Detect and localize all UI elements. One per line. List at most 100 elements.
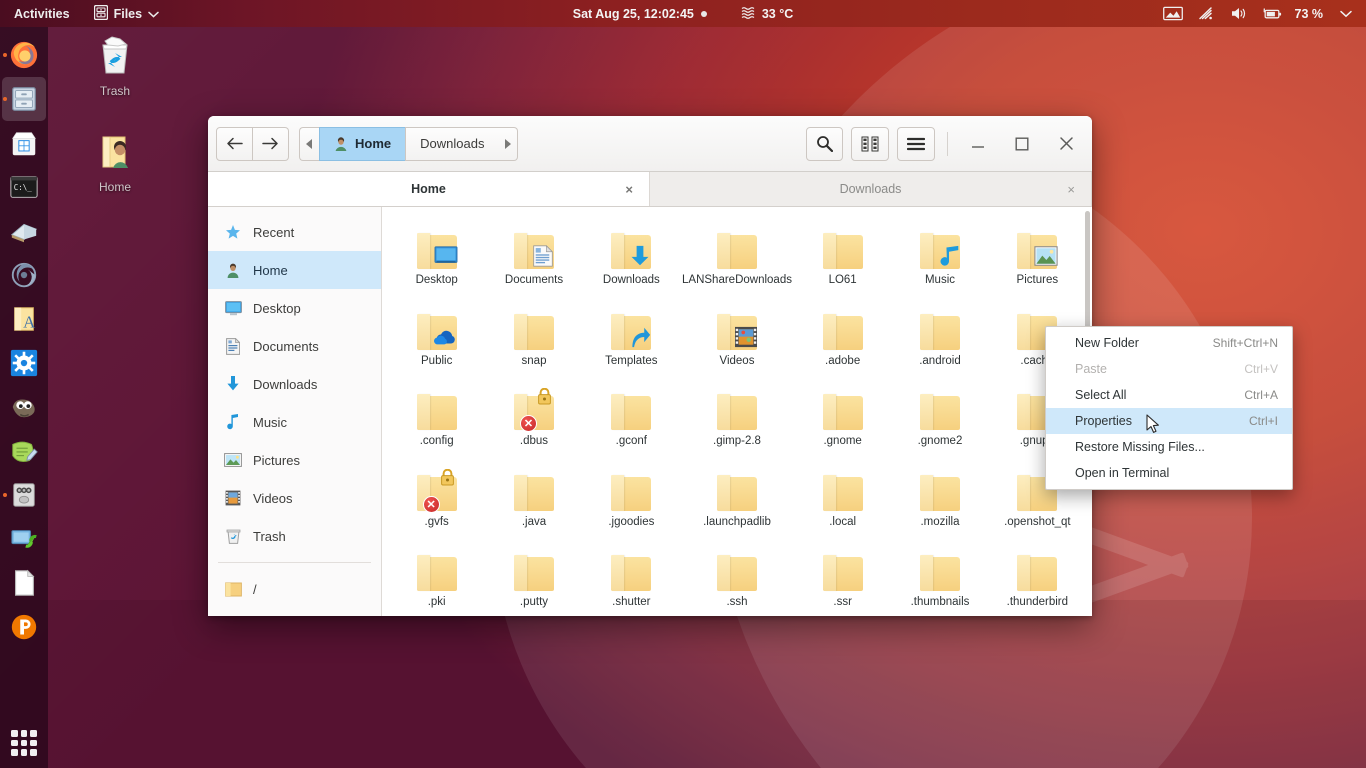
- file-item[interactable]: .thumbnails: [891, 537, 988, 614]
- file-item[interactable]: .mozilla: [891, 457, 988, 534]
- tab-close-icon[interactable]: ×: [1067, 182, 1075, 197]
- sidebar-item-music[interactable]: Music: [208, 403, 381, 441]
- file-item[interactable]: LO61: [794, 215, 891, 292]
- dock-item-files[interactable]: [2, 77, 46, 121]
- file-item[interactable]: .java: [485, 457, 582, 534]
- file-item-label: .thunderbird: [991, 596, 1084, 610]
- file-item[interactable]: .android: [891, 296, 988, 373]
- vertical-scrollbar[interactable]: [1085, 211, 1090, 331]
- search-button[interactable]: [806, 127, 843, 161]
- back-button[interactable]: [216, 127, 253, 161]
- sidebar-item-desktop[interactable]: Desktop: [208, 289, 381, 327]
- sidebar-item-videos[interactable]: Videos: [208, 479, 381, 517]
- forward-button[interactable]: [253, 127, 289, 161]
- minimize-button[interactable]: [960, 129, 996, 159]
- app-menu-button[interactable]: Files: [84, 0, 170, 27]
- desktop-icon-home[interactable]: Home: [70, 128, 160, 194]
- activities-button[interactable]: Activities: [0, 0, 84, 27]
- file-item[interactable]: .jgoodies: [583, 457, 680, 534]
- file-item[interactable]: .ssh: [680, 537, 794, 614]
- desktop-icon-trash[interactable]: Trash: [70, 32, 160, 98]
- file-item[interactable]: Documents: [485, 215, 582, 292]
- dock-item-libreoffice[interactable]: [2, 561, 46, 605]
- file-item[interactable]: ✕.dbus: [485, 376, 582, 453]
- dock-item-screen-recorder[interactable]: [2, 517, 46, 561]
- hamburger-menu-button[interactable]: [897, 127, 935, 161]
- sidebar-item-pictures[interactable]: Pictures: [208, 441, 381, 479]
- file-item[interactable]: .putty: [485, 537, 582, 614]
- file-item[interactable]: .adobe: [794, 296, 891, 373]
- sidebar-item-folder-sample[interactable]: Folder Sample: [208, 608, 381, 616]
- file-item[interactable]: .pki: [388, 537, 485, 614]
- menu-item-select-all[interactable]: Select All Ctrl+A: [1046, 382, 1292, 408]
- close-button[interactable]: [1048, 129, 1084, 159]
- file-item[interactable]: Music: [891, 215, 988, 292]
- sidebar-item-trash[interactable]: Trash: [208, 517, 381, 555]
- chevron-down-icon[interactable]: [1336, 6, 1356, 22]
- system-indicators[interactable]: 73 %: [1163, 0, 1366, 27]
- pathbar-scroll-left[interactable]: [299, 127, 319, 161]
- svg-text:C:\_: C:\_: [14, 183, 33, 192]
- file-item[interactable]: Public: [388, 296, 485, 373]
- folder-front: [514, 233, 527, 269]
- breadcrumb-home[interactable]: Home: [319, 127, 405, 161]
- file-item[interactable]: ✕.gvfs: [388, 457, 485, 534]
- sidebar-item-documents[interactable]: Documents: [208, 327, 381, 365]
- file-item-label: .gnome: [796, 435, 889, 449]
- pathbar-scroll-right[interactable]: [498, 127, 518, 161]
- file-item[interactable]: .gconf: [583, 376, 680, 453]
- file-item[interactable]: Videos: [680, 296, 794, 373]
- dock-item-pdf-tool[interactable]: [2, 605, 46, 649]
- dock-item-audio-recorder[interactable]: [2, 473, 46, 517]
- file-item-icon: [893, 463, 986, 511]
- dock-item-software[interactable]: [2, 121, 46, 165]
- file-item[interactable]: .thunderbird: [989, 537, 1086, 614]
- file-item[interactable]: Downloads: [583, 215, 680, 292]
- sidebar-item-downloads[interactable]: Downloads: [208, 365, 381, 403]
- weather-indicator[interactable]: 33 °C: [741, 6, 793, 22]
- file-item[interactable]: .gimp-2.8: [680, 376, 794, 453]
- tab-downloads[interactable]: Downloads ×: [650, 172, 1092, 206]
- dock-item-firefox[interactable]: [2, 33, 46, 77]
- sidebar-item-recent[interactable]: Recent: [208, 213, 381, 251]
- file-item[interactable]: .gnome2: [891, 376, 988, 453]
- show-applications-button[interactable]: [11, 730, 37, 756]
- file-item[interactable]: .gnome: [794, 376, 891, 453]
- text-editor-icon: [9, 436, 39, 466]
- file-item[interactable]: Desktop: [388, 215, 485, 292]
- file-item[interactable]: Templates: [583, 296, 680, 373]
- file-item-icon: ✕: [390, 463, 483, 511]
- file-item[interactable]: LANShareDownloads: [680, 215, 794, 292]
- dock-item-settings[interactable]: [2, 341, 46, 385]
- breadcrumb-downloads[interactable]: Downloads: [405, 127, 498, 161]
- dock-item-gimp[interactable]: [2, 385, 46, 429]
- dock-item-fonts[interactable]: A: [2, 297, 46, 341]
- menu-item-restore-missing-files[interactable]: Restore Missing Files...: [1046, 434, 1292, 460]
- file-item[interactable]: .shutter: [583, 537, 680, 614]
- tab-home[interactable]: Home ×: [208, 172, 650, 206]
- dock-item-text-editor[interactable]: [2, 429, 46, 473]
- sidebar-item-root[interactable]: /: [208, 570, 381, 608]
- file-item[interactable]: .ssr: [794, 537, 891, 614]
- dock-item-archive-manager[interactable]: [2, 209, 46, 253]
- folder-icon: [417, 231, 457, 269]
- dock-item-terminal[interactable]: C:\_: [2, 165, 46, 209]
- menu-item-open-in-terminal[interactable]: Open in Terminal: [1046, 460, 1292, 486]
- menu-item-properties[interactable]: Properties Ctrl+I: [1046, 408, 1292, 434]
- file-item[interactable]: snap: [485, 296, 582, 373]
- file-view[interactable]: DesktopDocumentsDownloadsLANShareDownloa…: [382, 207, 1092, 616]
- apps-dot: [11, 749, 18, 756]
- places-sidebar: Recent Home: [208, 207, 382, 616]
- tab-close-icon[interactable]: ×: [625, 182, 633, 197]
- file-item[interactable]: .config: [388, 376, 485, 453]
- menu-item-new-folder[interactable]: New Folder Shift+Ctrl+N: [1046, 330, 1292, 356]
- file-item[interactable]: .local: [794, 457, 891, 534]
- sidebar-item-home[interactable]: Home: [208, 251, 381, 289]
- file-item-icon: [991, 221, 1084, 269]
- file-item[interactable]: .launchpadlib: [680, 457, 794, 534]
- file-item[interactable]: Pictures: [989, 215, 1086, 292]
- view-options-button[interactable]: [851, 127, 889, 161]
- clock[interactable]: Sat Aug 25, 12:02:45: [573, 7, 707, 21]
- dock-item-shotwell[interactable]: [2, 253, 46, 297]
- maximize-button[interactable]: [1004, 129, 1040, 159]
